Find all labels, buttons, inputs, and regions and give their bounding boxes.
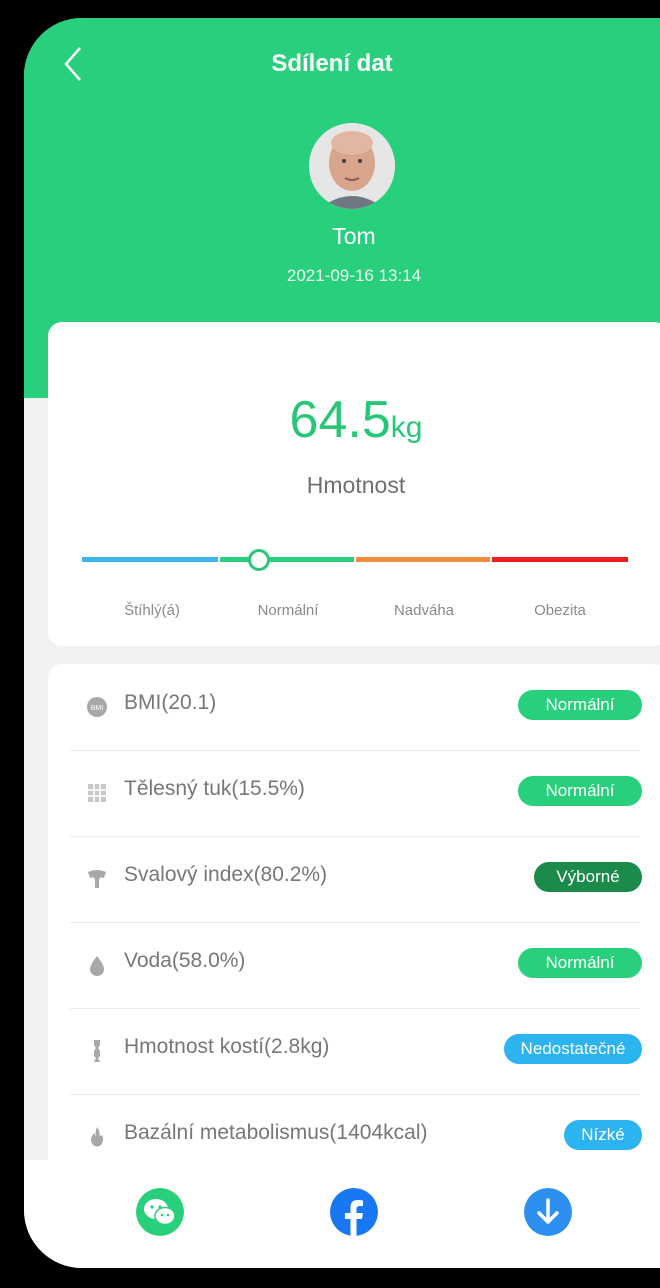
flame-icon <box>91 1127 104 1147</box>
measurement-datetime: 2021-09-16 13:14 <box>286 266 422 285</box>
username: Tom <box>332 223 376 249</box>
facebook-icon[interactable] <box>330 1188 378 1236</box>
wechat-icon[interactable] <box>136 1188 184 1236</box>
bone-icon <box>94 1040 100 1062</box>
status-badge: Nízké <box>564 1120 642 1150</box>
scale-bar-slim <box>82 557 218 562</box>
metric-row-bmi[interactable]: BMI BMI(20.1) Normální <box>70 664 642 751</box>
status-badge: Normální <box>518 776 642 806</box>
scale-bar-normal <box>220 557 354 562</box>
weight-unit: kg <box>390 411 423 444</box>
share-bar <box>24 1160 660 1268</box>
metric-row-bone[interactable]: Hmotnost kostí(2.8kg) Nedostatečné <box>70 1008 642 1095</box>
status-badge: Výborné <box>534 862 642 892</box>
metric-row-muscle[interactable]: Svalový index(80.2%) Výborné <box>70 836 642 923</box>
screen: Sdílení dat Tom 2021-09-16 13:14 64.5kg … <box>24 18 660 1268</box>
bmi-icon: BMI <box>87 697 107 717</box>
page-title: Sdílení dat <box>271 50 393 77</box>
scale-label-slim: Štíhlý(á) <box>124 602 180 619</box>
download-icon[interactable] <box>524 1188 572 1236</box>
metric-label: BMI(20.1) <box>124 691 217 714</box>
metric-row-body-fat[interactable]: Tělesný tuk(15.5%) Normální <box>70 750 642 837</box>
water-drop-icon <box>90 956 104 976</box>
status-badge: Nedostatečné <box>504 1034 642 1064</box>
scale-label-overweight: Nadváha <box>393 602 455 619</box>
status-badge: Normální <box>518 948 642 978</box>
scale-bar-obesity <box>492 557 628 562</box>
weight-value: 64.5kg <box>48 390 660 450</box>
scale-label-normal: Normální <box>257 602 319 619</box>
weight-marker <box>248 549 270 571</box>
weight-label: Hmotnost <box>306 472 406 498</box>
phone-frame: Sdílení dat Tom 2021-09-16 13:14 64.5kg … <box>18 12 660 1274</box>
weight-number: 64.5 <box>289 391 391 449</box>
svg-text:BMI: BMI <box>91 705 104 712</box>
scale-bar-overweight <box>356 557 490 562</box>
metric-row-water[interactable]: Voda(58.0%) Normální <box>70 922 642 1009</box>
metric-label: Hmotnost kostí(2.8kg) <box>124 1035 330 1058</box>
scale-label-obesity: Obezita <box>534 602 586 619</box>
status-badge: Normální <box>518 690 642 720</box>
metric-label: Tělesný tuk(15.5%) <box>124 777 305 800</box>
metric-label: Bazální metabolismus(1404kcal) <box>124 1121 428 1144</box>
metric-label: Svalový index(80.2%) <box>124 863 328 886</box>
body-fat-icon <box>88 784 106 802</box>
metrics-card: BMI BMI(20.1) Normální Tělesný tuk(15.5%… <box>48 664 660 1184</box>
avatar <box>309 123 395 209</box>
weight-card: 64.5kg Hmotnost Štíhlý(á) Normální Nadvá… <box>48 322 660 646</box>
muscle-icon <box>88 870 106 888</box>
metric-label: Voda(58.0%) <box>124 949 246 972</box>
